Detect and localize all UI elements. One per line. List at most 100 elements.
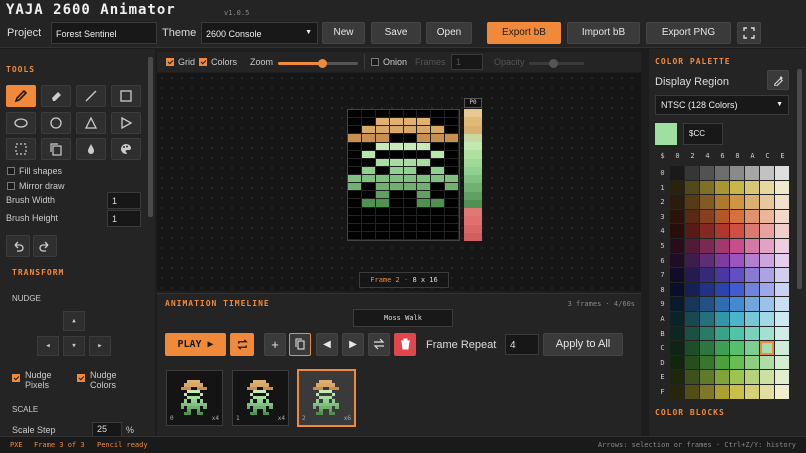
palette-swatch[interactable]: [670, 370, 684, 384]
mirror-draw-checkbox[interactable]: [7, 182, 15, 190]
sprite-pixel[interactable]: [361, 199, 376, 208]
sprite-pixel[interactable]: [348, 231, 362, 240]
row-color-swatch[interactable]: [464, 109, 482, 118]
palette-swatch[interactable]: [745, 195, 759, 209]
sprite-pixel[interactable]: [375, 175, 390, 184]
sprite-pixel[interactable]: [348, 175, 362, 184]
palette-swatch[interactable]: [670, 239, 684, 253]
export-png-button[interactable]: Export PNG: [646, 22, 731, 44]
palette-swatch[interactable]: [715, 297, 729, 311]
palette-swatch[interactable]: [745, 312, 759, 326]
row-color-swatch[interactable]: [464, 142, 482, 151]
nudge-down-button[interactable]: ▾: [63, 336, 85, 356]
line-tool-button[interactable]: [76, 85, 106, 107]
palette-swatch[interactable]: [730, 195, 744, 209]
apply-to-all-button[interactable]: Apply to All: [543, 333, 623, 356]
sprite-pixel[interactable]: [403, 110, 418, 119]
sprite-pixel[interactable]: [361, 158, 376, 167]
sprite-pixel[interactable]: [431, 134, 446, 143]
palette-swatch[interactable]: [700, 224, 714, 238]
palette-swatch[interactable]: [700, 370, 714, 384]
sprite-pixel[interactable]: [375, 183, 390, 192]
palette-swatch[interactable]: [685, 297, 699, 311]
palette-swatch[interactable]: [745, 209, 759, 224]
palette-swatch[interactable]: [715, 385, 729, 399]
palette-swatch[interactable]: [670, 326, 684, 341]
sprite-pixel[interactable]: [389, 223, 404, 232]
sprite-pixel[interactable]: [361, 150, 376, 159]
row-color-swatch[interactable]: [464, 158, 482, 167]
palette-swatch[interactable]: [730, 355, 744, 370]
sprite-pixel[interactable]: [445, 150, 459, 159]
sprite-pixel[interactable]: [375, 118, 390, 127]
palette-swatch[interactable]: [760, 355, 774, 370]
palette-swatch[interactable]: [760, 180, 774, 195]
palette-swatch[interactable]: [700, 239, 714, 253]
palette-swatch[interactable]: [775, 253, 789, 268]
sprite-pixel[interactable]: [445, 126, 459, 135]
eraser-tool-button[interactable]: [41, 85, 71, 107]
palette-swatch[interactable]: [730, 370, 744, 384]
circle-tool-button[interactable]: [41, 112, 71, 134]
export-bb-button[interactable]: Export bB: [487, 22, 561, 44]
palette-swatch[interactable]: [670, 282, 684, 297]
sprite-pixel[interactable]: [431, 183, 446, 192]
opacity-slider-knob[interactable]: [549, 59, 558, 68]
palette-swatch[interactable]: [775, 282, 789, 297]
palette-swatch[interactable]: [775, 385, 789, 399]
palette-swatch[interactable]: [685, 268, 699, 282]
palette-swatch[interactable]: [685, 239, 699, 253]
sprite-pixel[interactable]: [417, 191, 432, 200]
palette-tool-button[interactable]: [111, 138, 141, 160]
sprite-pixel[interactable]: [417, 110, 432, 119]
sprite-pixel[interactable]: [431, 150, 446, 159]
palette-swatch[interactable]: [745, 268, 759, 282]
palette-swatch[interactable]: [700, 268, 714, 282]
palette-swatch[interactable]: [700, 195, 714, 209]
project-name-input[interactable]: Forest Sentinel: [51, 22, 157, 44]
sprite-pixel[interactable]: [389, 199, 404, 208]
sprite-pixel[interactable]: [389, 158, 404, 167]
palette-swatch[interactable]: [685, 253, 699, 268]
add-frame-button[interactable]: +: [264, 333, 286, 356]
palette-swatch[interactable]: [760, 326, 774, 341]
palette-swatch[interactable]: [760, 253, 774, 268]
palette-swatch[interactable]: [745, 282, 759, 297]
palette-swatch[interactable]: [730, 385, 744, 399]
palette-swatch[interactable]: [745, 180, 759, 195]
brush-height-input[interactable]: 1: [107, 210, 141, 227]
sprite-pixel[interactable]: [417, 223, 432, 232]
palette-swatch[interactable]: [670, 341, 684, 355]
palette-swatch[interactable]: [775, 166, 789, 180]
palette-swatch[interactable]: [775, 180, 789, 195]
sprite-pixel[interactable]: [389, 110, 404, 119]
sprite-pixel[interactable]: [417, 150, 432, 159]
palette-swatch[interactable]: [700, 312, 714, 326]
palette-swatch[interactable]: [730, 166, 744, 180]
palette-swatch[interactable]: [775, 209, 789, 224]
palette-swatch[interactable]: [700, 282, 714, 297]
sprite-pixel[interactable]: [375, 110, 390, 119]
save-button[interactable]: Save: [371, 22, 421, 44]
palette-swatch[interactable]: [670, 312, 684, 326]
palette-swatch[interactable]: [745, 224, 759, 238]
nudge-right-button[interactable]: ▸: [89, 336, 111, 356]
palette-swatch[interactable]: [775, 239, 789, 253]
swap-frames-button[interactable]: [368, 333, 390, 356]
sprite-pixel[interactable]: [403, 134, 418, 143]
brush-width-input[interactable]: 1: [107, 192, 141, 209]
eyedropper-button[interactable]: [767, 70, 789, 90]
sprite-pixel[interactable]: [403, 191, 418, 200]
palette-swatch[interactable]: [760, 195, 774, 209]
palette-swatch[interactable]: [775, 341, 789, 355]
palette-swatch[interactable]: [730, 268, 744, 282]
row-color-swatch[interactable]: [464, 232, 482, 241]
palette-swatch[interactable]: [760, 282, 774, 297]
sprite-pixel[interactable]: [403, 199, 418, 208]
opacity-slider[interactable]: [529, 59, 584, 68]
sprite-pixel[interactable]: [389, 118, 404, 127]
move-frame-right-button[interactable]: ▶: [342, 333, 364, 356]
sprite-pixel[interactable]: [403, 175, 418, 184]
tools-scrollbar[interactable]: [148, 57, 153, 217]
sprite-pixel[interactable]: [348, 142, 362, 151]
